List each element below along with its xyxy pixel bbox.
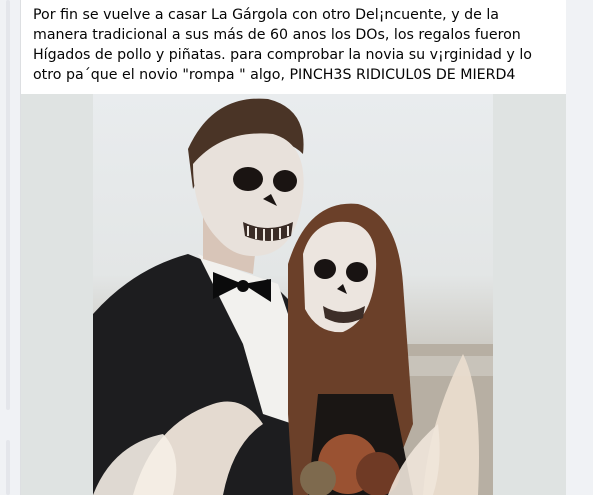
post-text: Por fin se vuelve a casar La Gárgola con…: [33, 7, 532, 83]
groom-eye-socket-left: [233, 167, 263, 191]
post-media[interactable]: [21, 94, 566, 495]
right-page-margin: [566, 0, 593, 495]
left-rail-bar-bottom: [6, 440, 10, 495]
left-rail-bar-top: [6, 0, 10, 410]
wedding-couple-photo[interactable]: [93, 94, 493, 495]
groom-eye-socket-right: [273, 170, 297, 192]
bride-eye-socket-left: [314, 259, 336, 279]
post-card: Por fin se vuelve a casar La Gárgola con…: [20, 0, 567, 495]
photo-illustration: [93, 98, 493, 495]
bow-tie-knot: [237, 280, 249, 292]
bride-eye-socket-right: [346, 262, 368, 282]
left-scroll-rail: [0, 0, 12, 495]
